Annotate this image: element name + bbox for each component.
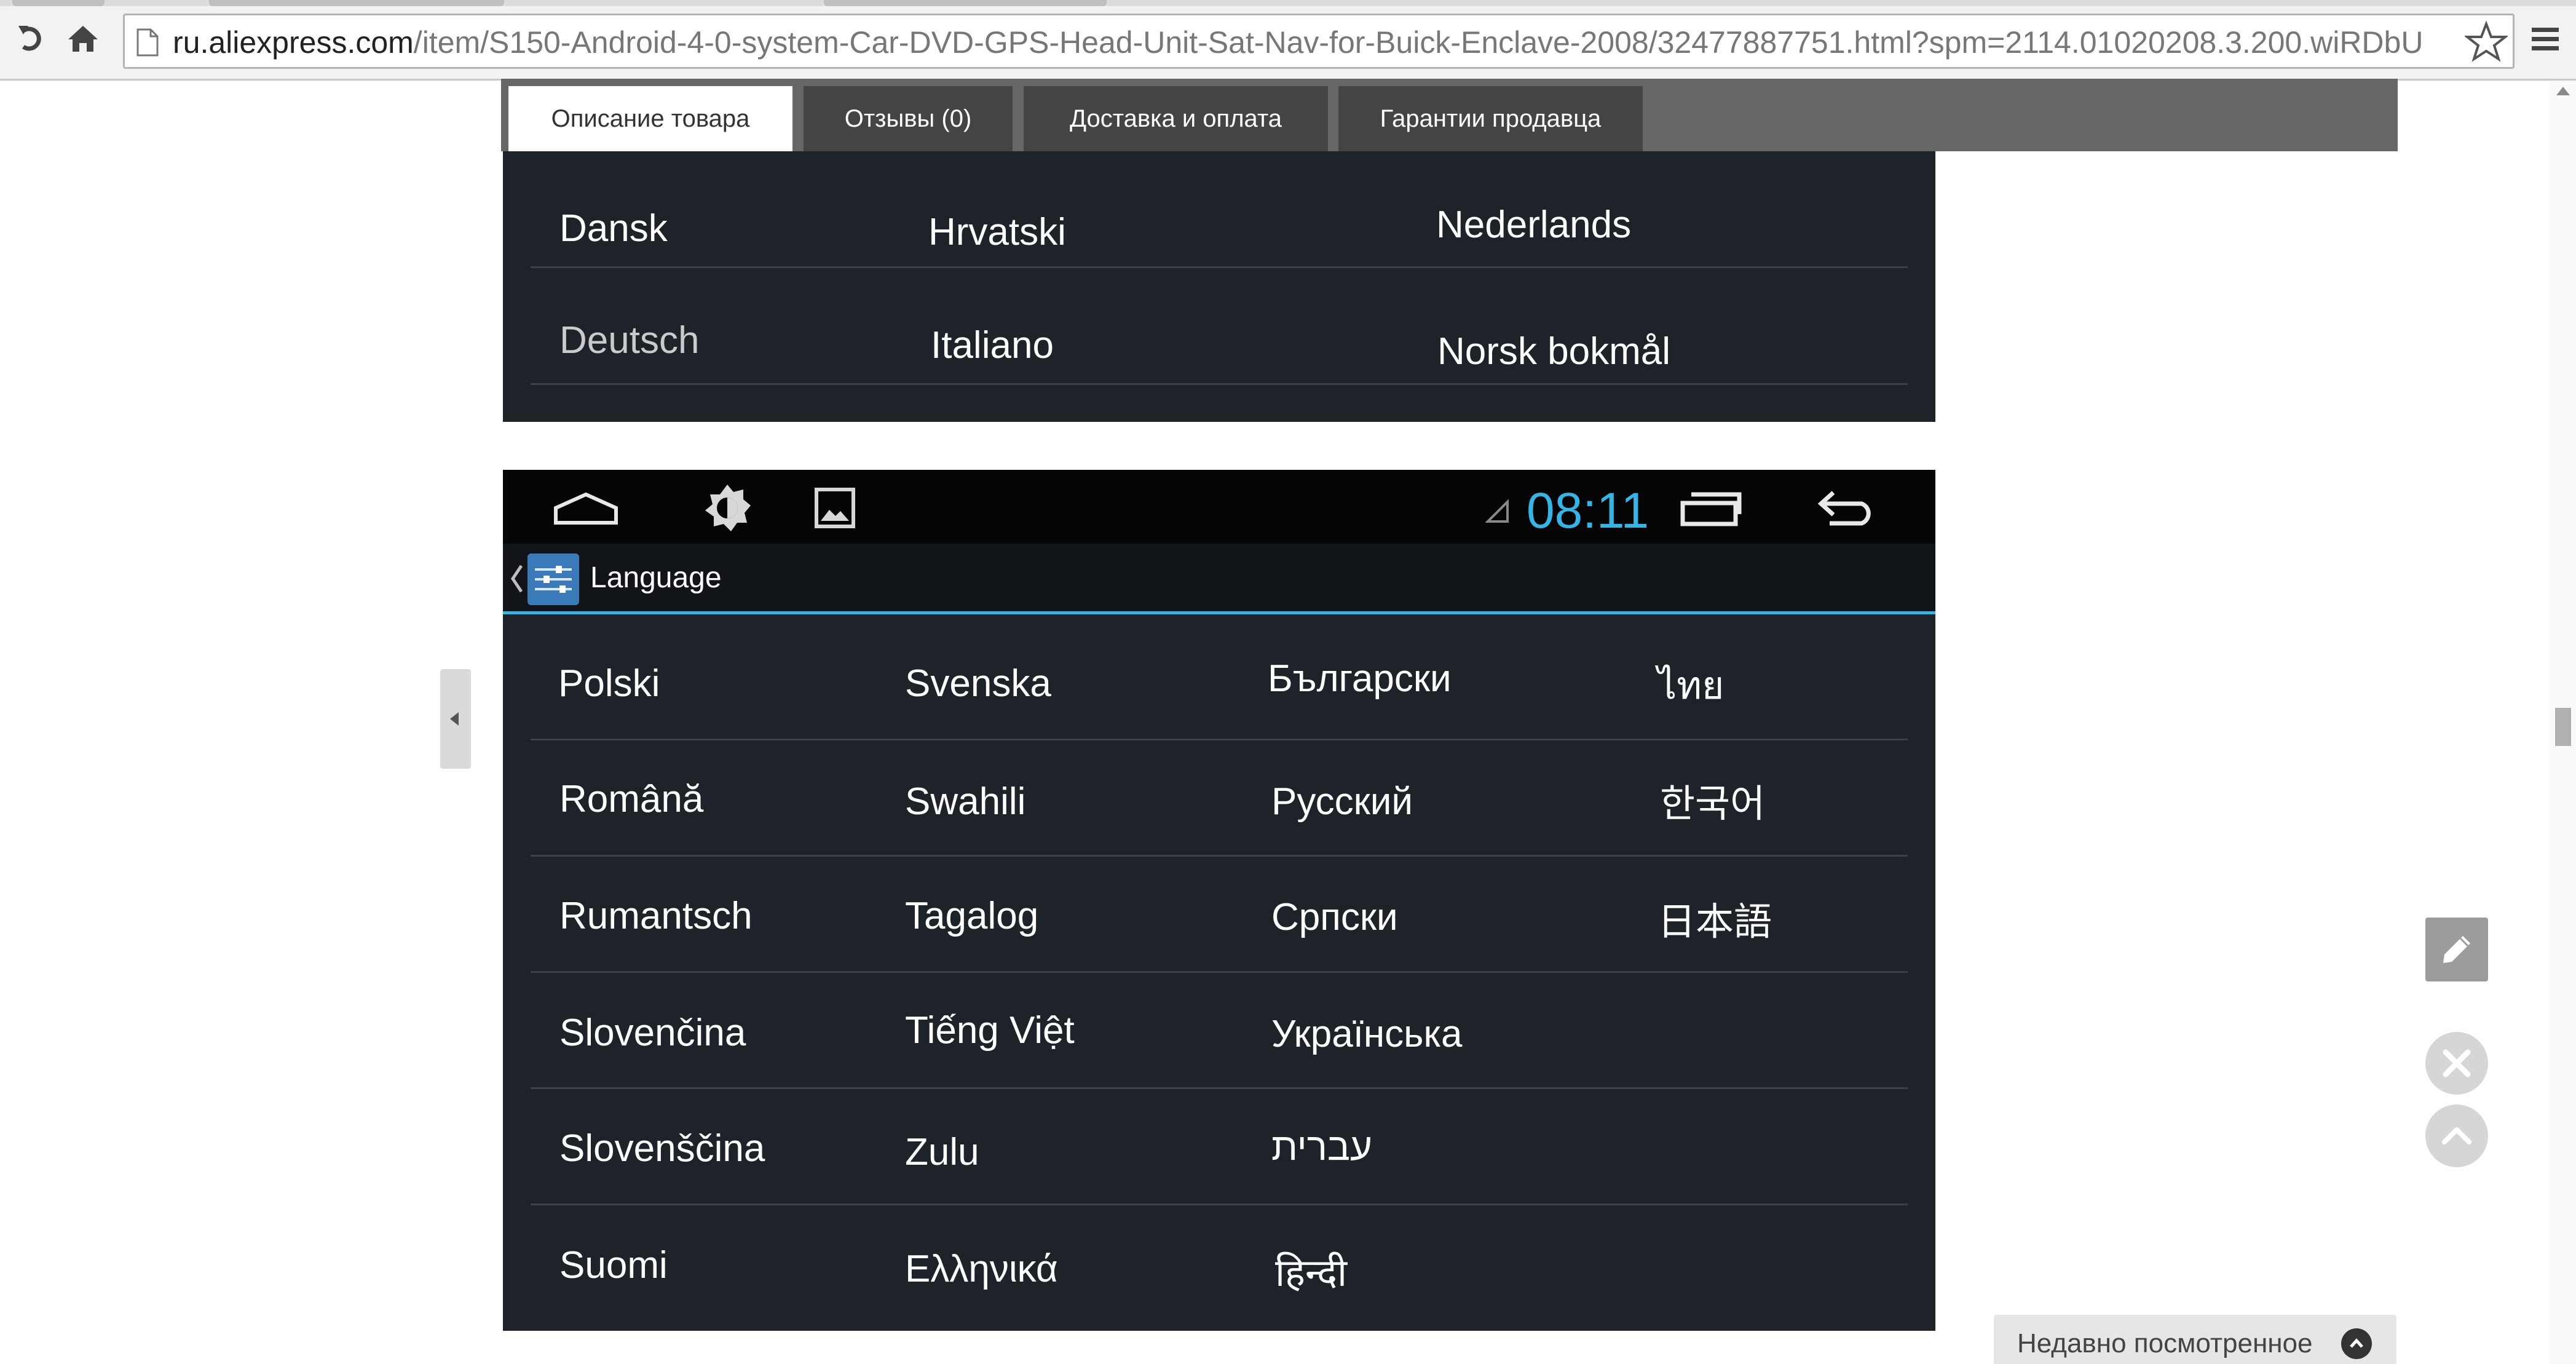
tab-shipping-payment[interactable]: Доставка и оплата bbox=[1024, 86, 1328, 151]
list-row bbox=[531, 268, 1908, 385]
browser-tab[interactable] bbox=[12, 0, 105, 6]
android-system-bar: 08:11 bbox=[503, 470, 1935, 544]
language-item: हिन्दी bbox=[1275, 1252, 1348, 1295]
language-item: Dansk bbox=[559, 207, 668, 250]
language-item: Српски bbox=[1271, 896, 1398, 938]
reload-icon[interactable] bbox=[12, 17, 49, 60]
menu-icon[interactable] bbox=[2527, 17, 2564, 60]
language-item: Rumantsch bbox=[559, 895, 753, 937]
scroll-top-icon bbox=[2442, 1127, 2471, 1144]
tab-strip bbox=[0, 0, 2576, 6]
chevron-left-icon bbox=[450, 712, 459, 726]
bookmark-star-icon[interactable] bbox=[2463, 20, 2509, 63]
page-scrollbar[interactable] bbox=[2550, 81, 2576, 1364]
product-image-language-list: Dansk Hrvatski Nederlands Deutsch Italia… bbox=[503, 151, 1935, 422]
url-host: ru.aliexpress.com bbox=[173, 25, 414, 60]
pencil-icon bbox=[2443, 936, 2470, 963]
language-item: 日本語 bbox=[1657, 901, 1772, 943]
browser-toolbar: ru.aliexpress.com/item/S150-Android-4-0-… bbox=[0, 0, 2576, 81]
home-icon[interactable] bbox=[65, 17, 101, 60]
android-back-icon bbox=[1815, 483, 1883, 533]
language-item: Slovenščina bbox=[559, 1127, 765, 1170]
language-item: Tiếng Việt bbox=[905, 1009, 1075, 1052]
product-image-android-language: 08:11 Language Polski Svenska Български … bbox=[503, 470, 1935, 1331]
url-path: /item/S150-Android-4-0-system-Car-DVD-GP… bbox=[413, 25, 2424, 60]
address-bar[interactable]: ru.aliexpress.com/item/S150-Android-4-0-… bbox=[123, 14, 2515, 69]
close-button[interactable] bbox=[2425, 1032, 2488, 1095]
edit-button[interactable] bbox=[2425, 918, 2488, 981]
language-item: Slovenčina bbox=[559, 1012, 746, 1054]
language-item: Русский bbox=[1271, 780, 1413, 823]
language-item: ไทย bbox=[1657, 665, 1725, 707]
language-item: Українська bbox=[1271, 1013, 1463, 1055]
language-item: Nederlands bbox=[1436, 204, 1632, 246]
scrollbar-thumb[interactable] bbox=[2555, 708, 2571, 746]
android-action-bar: Language bbox=[503, 544, 1935, 614]
language-item: Zulu bbox=[905, 1131, 979, 1173]
language-item: 한국어 bbox=[1660, 783, 1766, 825]
signal-icon bbox=[1485, 499, 1509, 523]
android-home-icon bbox=[552, 483, 620, 533]
product-tabs: Описание товара Отзывы (0) Доставка и оп… bbox=[501, 79, 2398, 151]
chevron-left-icon bbox=[510, 565, 523, 593]
tab-description[interactable]: Описание товара bbox=[508, 86, 792, 151]
brightness-icon bbox=[700, 483, 755, 533]
scroll-top-button[interactable] bbox=[2425, 1104, 2488, 1167]
language-item: עברית bbox=[1271, 1126, 1372, 1168]
recently-viewed-label: Недавно посмотренное bbox=[2017, 1328, 2313, 1358]
browser-tab[interactable] bbox=[209, 0, 504, 6]
language-item: Suomi bbox=[559, 1244, 668, 1287]
language-item: Polski bbox=[558, 662, 660, 705]
list-row bbox=[531, 151, 1908, 268]
language-item: Svenska bbox=[905, 662, 1051, 705]
language-item: Tagalog bbox=[905, 895, 1039, 937]
url-text: ru.aliexpress.com/item/S150-Android-4-0-… bbox=[173, 24, 2457, 61]
clock: 08:11 bbox=[1527, 483, 1650, 539]
collapse-sidebar-button[interactable] bbox=[440, 669, 471, 769]
settings-app-icon bbox=[527, 553, 579, 605]
language-item: Hrvatski bbox=[928, 211, 1066, 253]
language-item: Български bbox=[1268, 657, 1452, 700]
language-item: Swahili bbox=[905, 780, 1026, 823]
chevron-up-icon[interactable] bbox=[2341, 1328, 2372, 1359]
gallery-icon bbox=[810, 483, 859, 533]
close-icon bbox=[2443, 1049, 2471, 1077]
tab-seller-guarantees[interactable]: Гарантии продавца bbox=[1338, 86, 1643, 151]
page-icon bbox=[136, 28, 159, 60]
language-item: Română bbox=[559, 778, 704, 820]
recently-viewed-panel[interactable]: Недавно посмотренное bbox=[1994, 1315, 2396, 1364]
browser-tab[interactable] bbox=[824, 0, 1107, 6]
scroll-up-arrow[interactable] bbox=[2556, 87, 2570, 95]
language-item: Ελληνικά bbox=[905, 1248, 1058, 1290]
recent-apps-icon bbox=[1677, 483, 1745, 533]
screen-title: Language bbox=[590, 561, 722, 594]
tab-reviews[interactable]: Отзывы (0) bbox=[804, 86, 1013, 151]
language-item: Norsk bokmål bbox=[1437, 330, 1670, 373]
language-item: Italiano bbox=[931, 324, 1054, 367]
language-item: Deutsch bbox=[559, 319, 700, 362]
